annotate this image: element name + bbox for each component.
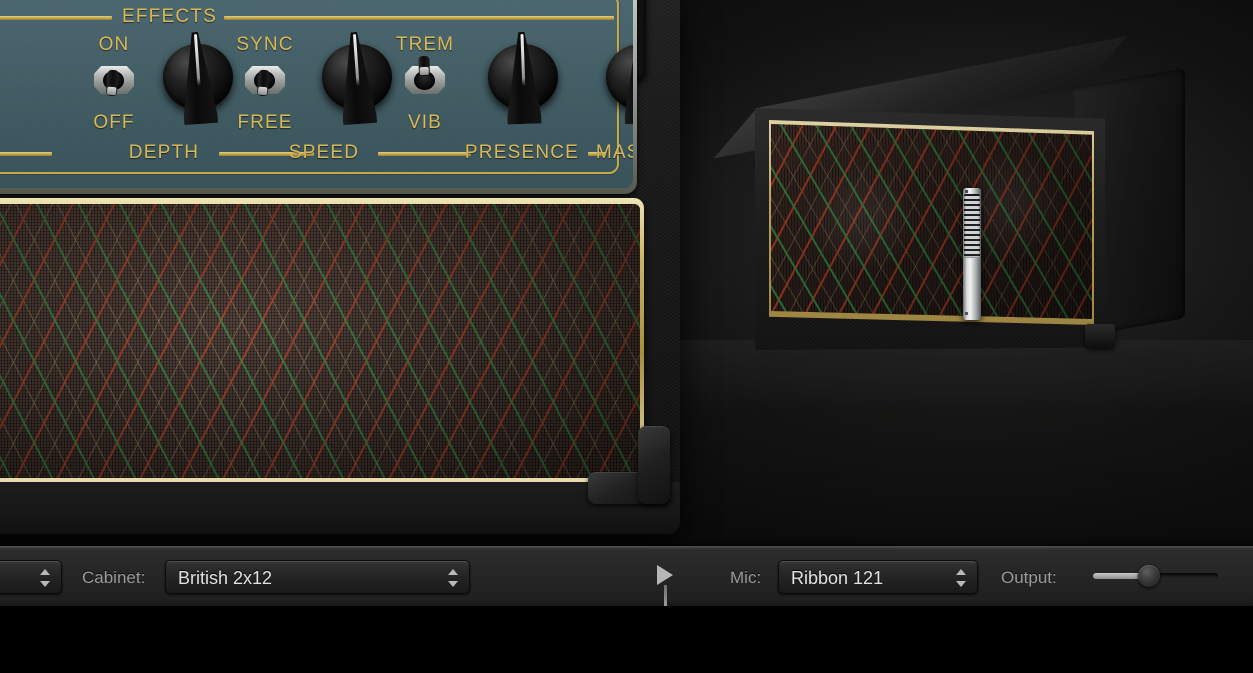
- cabinet-grille-cloth: [771, 123, 1092, 320]
- cabinet-cloth-shading: [771, 123, 1092, 320]
- cabinet-popup[interactable]: British 2x12: [165, 560, 470, 594]
- cabinet-value: British 2x12: [178, 568, 273, 588]
- knob-wedge: [623, 32, 633, 125]
- bottom-toolbar: Cabinet: British 2x12 Mic: Ribbon 121 Ou…: [0, 546, 1253, 606]
- amp-corner-protector: [588, 426, 670, 504]
- speaker-cabinet[interactable]: [713, 36, 1185, 350]
- gold-rule-depth-left: [0, 152, 52, 156]
- mic-label: Mic:: [730, 568, 762, 587]
- sync-free-switch-top-label: SYNC: [236, 34, 294, 55]
- gold-rule-speed-right: [378, 152, 471, 156]
- amp-designer-window: EFFECTS ON OFF DEPTH SYNC FREE SPEED TRE…: [0, 0, 1253, 673]
- amp-grille-frame: [0, 198, 644, 482]
- chevron-updown-icon[interactable]: [956, 568, 967, 588]
- output-label: Output:: [1001, 568, 1057, 587]
- sync-free-switch-bottom-label: FREE: [237, 112, 293, 133]
- effects-control-panel: EFFECTS ON OFF DEPTH SYNC FREE SPEED TRE…: [0, 0, 633, 188]
- cabinet-label: Cabinet:: [82, 568, 146, 587]
- master-knob[interactable]: [606, 34, 633, 126]
- window-bottom-area: [0, 606, 1253, 673]
- effects-section-title: EFFECTS: [122, 6, 217, 27]
- knob-pointer: [178, 31, 218, 125]
- trem-vib-switch-bottom-label: VIB: [408, 112, 442, 133]
- on-off-switch-bottom-label: OFF: [93, 112, 135, 133]
- playhead-marker-icon[interactable]: [657, 565, 673, 585]
- switch-bat-lever[interactable]: [105, 69, 119, 97]
- gold-rule-left: [0, 16, 112, 20]
- slider-thumb[interactable]: [1138, 565, 1160, 587]
- switch-bat-lever[interactable]: [256, 69, 270, 97]
- mic-value: Ribbon 121: [791, 568, 884, 588]
- amp-base: [0, 482, 680, 534]
- mic-popup[interactable]: Ribbon 121: [778, 560, 978, 594]
- presence-knob[interactable]: [488, 34, 558, 126]
- mic-bottom-cap: [965, 312, 968, 315]
- on-off-switch-top-label: ON: [98, 34, 130, 55]
- corner-arm-vertical: [638, 426, 670, 504]
- sync-free-switch[interactable]: [241, 58, 289, 102]
- ribbon-microphone[interactable]: [961, 188, 983, 320]
- switch-bat-lever[interactable]: [418, 55, 430, 77]
- master-knob-label: MASTER: [595, 142, 633, 163]
- knob-pointer: [504, 31, 541, 124]
- depth-knob[interactable]: [163, 34, 233, 126]
- mic-top-cap: [965, 190, 968, 193]
- knob-pointer: [337, 31, 377, 125]
- trem-vib-switch[interactable]: [401, 55, 449, 102]
- amp-grille-cloth: [0, 204, 640, 478]
- effects-on-off-switch[interactable]: [90, 58, 138, 102]
- presence-knob-label: PRESENCE: [464, 142, 580, 163]
- depth-knob-label: DEPTH: [128, 142, 200, 163]
- amp-model-popup[interactable]: [0, 560, 62, 594]
- trem-vib-switch-top-label: TREM: [395, 34, 455, 55]
- gold-rule-right: [224, 16, 614, 20]
- cabinet-foot: [1085, 324, 1115, 348]
- output-slider[interactable]: [1093, 565, 1218, 587]
- amplifier-head[interactable]: EFFECTS ON OFF DEPTH SYNC FREE SPEED TRE…: [0, 0, 680, 534]
- chevron-updown-icon[interactable]: [448, 568, 459, 588]
- speed-knob-label: SPEED: [288, 142, 360, 163]
- amp-cloth-shading: [0, 204, 640, 478]
- mic-grille: [964, 194, 980, 258]
- chevron-updown-icon[interactable]: [40, 568, 51, 588]
- knob-pointer: [623, 32, 633, 125]
